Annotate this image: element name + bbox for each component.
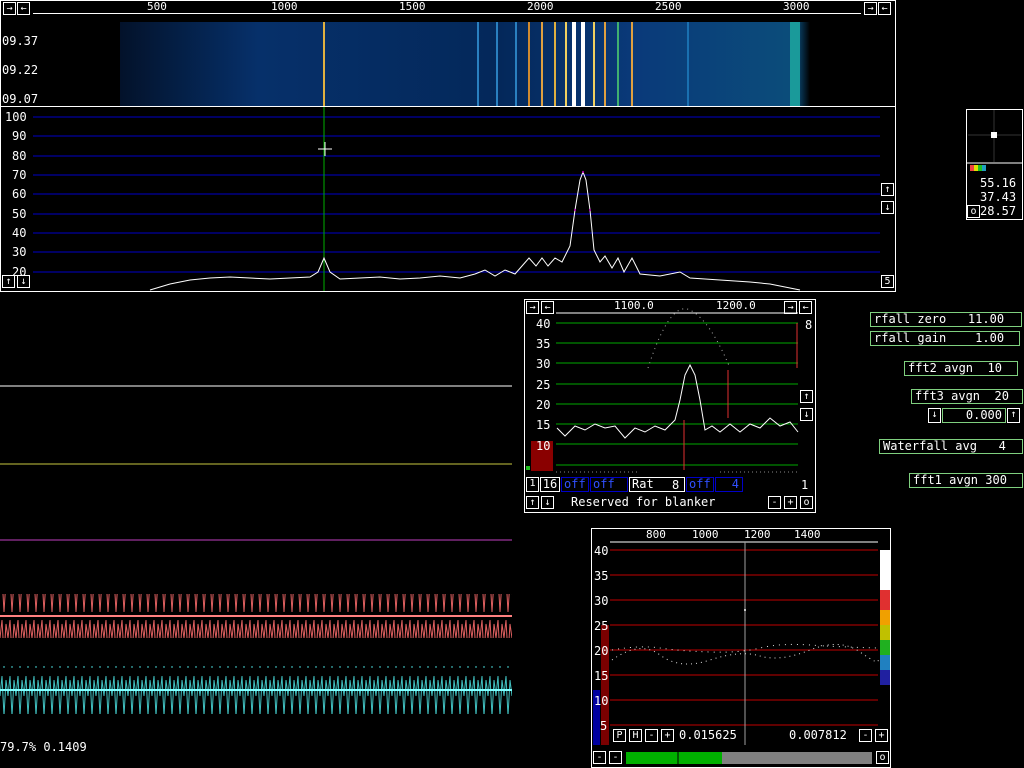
bb-value-left: 0.015625 (679, 728, 737, 742)
bb-y-30: 30 (594, 594, 609, 608)
bb-y-20: 20 (594, 644, 609, 658)
bb-o-button[interactable]: o (876, 751, 889, 764)
bb-y-35: 35 (594, 569, 609, 583)
bb-minus-right-button[interactable]: - (859, 729, 872, 742)
bb-y-25: 25 (594, 619, 609, 633)
bb-plus-right-button[interactable]: + (875, 729, 888, 742)
bb-y-10: 10 (594, 694, 609, 708)
bb-p-button[interactable]: P (613, 729, 626, 742)
bb-y-40: 40 (594, 544, 609, 558)
bb-minus-bottom-button-2[interactable]: - (609, 751, 622, 764)
bb-minus-left-button[interactable]: - (645, 729, 658, 742)
bb-y-5: 5 (600, 719, 608, 733)
bb-level-bar[interactable] (626, 752, 872, 764)
bb-y-15: 15 (594, 669, 609, 683)
bb-plus-left-button[interactable]: + (661, 729, 674, 742)
bb-minus-bottom-button[interactable]: - (593, 751, 606, 764)
bb-value-right: 0.007812 (789, 728, 847, 742)
bb-h-button[interactable]: H (629, 729, 642, 742)
baseband-plot (593, 541, 890, 764)
